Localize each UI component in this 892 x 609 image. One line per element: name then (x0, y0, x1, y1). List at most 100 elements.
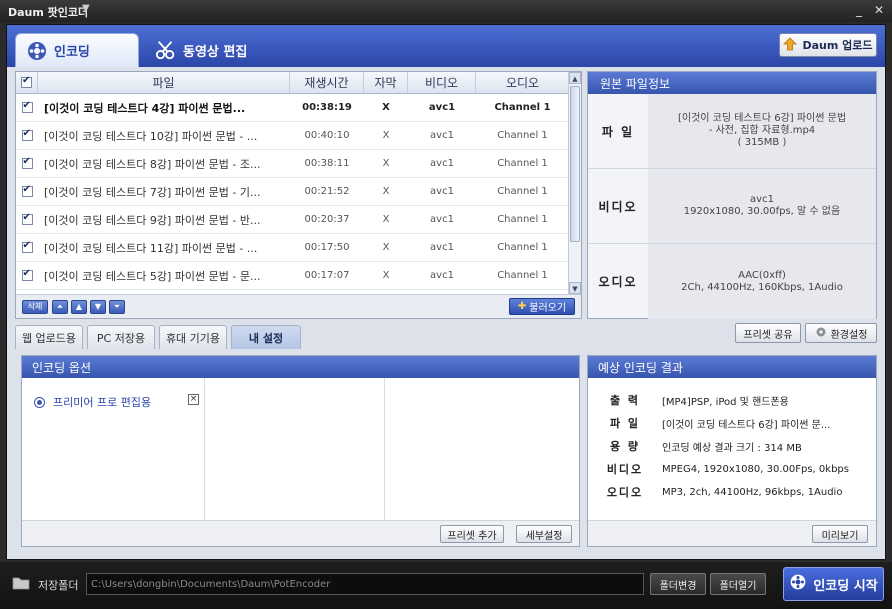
preset-premiere-pro[interactable]: 프리미어 프로 편집용 (34, 394, 151, 410)
source-info-label: 오디오 (598, 275, 638, 289)
remove-preset-icon[interactable]: × (188, 394, 199, 405)
move-bottom-icon[interactable]: ⏷ (109, 300, 125, 314)
table-row[interactable]: [이것이 코딩 테스트다 5강] 파이썬 문법 - 문... 00:17:07 … (16, 262, 569, 290)
row-file-name: [이것이 코딩 테스트다 8강] 파이썬 문법 - 조... (44, 157, 261, 171)
tab-pc-storage[interactable]: PC 저장용 (87, 325, 155, 349)
expected-row-size: 용 량 인코딩 예상 결과 크기 : 314 MB (588, 436, 876, 456)
row-subtitle: X (382, 186, 390, 197)
source-info-label: 파 일 (601, 124, 635, 139)
add-preset-button[interactable]: 프리셋 추가 (440, 525, 504, 543)
minimize-button[interactable]: _ (851, 2, 867, 18)
expected-result-panel: 예상 인코딩 결과 출 력 [MP4]PSP, iPod 및 핸드폰용 파 일 … (587, 355, 877, 547)
select-all-checkbox[interactable] (16, 72, 38, 93)
close-button[interactable]: ✕ (871, 2, 887, 18)
preview-button[interactable]: 미리보기 (812, 525, 868, 543)
table-row[interactable]: [이것이 코딩 테스트다 11강] 파이썬 문법 - ... 00:17:50 … (16, 234, 569, 262)
source-info-title: 원본 파일정보 (588, 72, 876, 94)
row-file-name: [이것이 코딩 테스트다 7강] 파이썬 문법 - 기... (44, 185, 261, 199)
row-duration: 00:17:50 (304, 242, 350, 253)
expected-row-file: 파 일 [이것이 코딩 테스트다 6강] 파이썬 문... (588, 413, 876, 433)
row-subtitle: X (382, 214, 390, 225)
source-file-size: ( 315MB ) (737, 137, 787, 148)
table-row[interactable]: [이것이 코딩 테스트다 9강] 파이썬 문법 - 반... 00:20:37 … (16, 206, 569, 234)
tab-web-upload[interactable]: 웹 업로드용 (15, 325, 83, 349)
row-checkbox[interactable] (16, 262, 38, 289)
column-header-video[interactable]: 비디오 (408, 72, 476, 93)
expected-label: 비디오 (606, 463, 644, 476)
row-subtitle: X (382, 102, 390, 113)
row-video: avc1 (430, 242, 454, 253)
file-list-scrollbar[interactable]: ▲ ▼ (568, 72, 581, 294)
row-checkbox[interactable] (16, 206, 38, 233)
tab-encoding[interactable]: 인코딩 (15, 33, 139, 67)
tab-my-settings[interactable]: 내 설정 (231, 325, 301, 349)
row-video: avc1 (428, 102, 456, 113)
row-duration: 00:21:52 (304, 186, 350, 197)
start-encoding-button[interactable]: 인코딩 시작 (783, 567, 884, 601)
detail-settings-button[interactable]: 세부설정 (516, 525, 572, 543)
expected-value: [MP4]PSP, iPod 및 핸드폰용 (662, 396, 789, 408)
move-up-icon[interactable]: ▲ (71, 300, 87, 314)
table-row[interactable]: [이것이 코딩 테스트다 8강] 파이썬 문법 - 조... 00:38:11 … (16, 150, 569, 178)
encoding-options-panel: 인코딩 옵션 프리미어 프로 편집용 × 프리셋 추가 세부설정 (21, 355, 580, 547)
load-button[interactable]: ✚ 불러오기 (509, 298, 575, 315)
delete-button[interactable]: 삭제 (22, 300, 48, 314)
column-header-audio[interactable]: 오디오 (476, 72, 569, 93)
preset-label: 프리미어 프로 편집용 (53, 396, 152, 409)
column-header-subtitle[interactable]: 자막 (364, 72, 408, 93)
table-row[interactable]: [이것이 코딩 테스트다 7강] 파이썬 문법 - 기... 00:21:52 … (16, 178, 569, 206)
table-row[interactable]: [이것이 코딩 테스트다 10강] 파이썬 문법 - ... 00:40:10 … (16, 122, 569, 150)
expected-label: 출 력 (609, 394, 641, 407)
encoding-options-footer: 프리셋 추가 세부설정 (22, 520, 579, 546)
radio-selected-icon[interactable] (34, 396, 45, 408)
expected-result-footer: 미리보기 (588, 520, 876, 546)
tab-portable-device[interactable]: 휴대 기기용 (159, 325, 227, 349)
title-menu-chevron-down-icon[interactable]: ▼ (82, 3, 90, 14)
change-folder-button[interactable]: 폴더변경 (650, 573, 706, 595)
upload-arrow-icon (783, 36, 798, 54)
daum-upload-label: Daum 업로드 (802, 39, 873, 52)
scrollbar-thumb[interactable] (570, 86, 580, 242)
encoding-options-title: 인코딩 옵션 (22, 356, 579, 378)
bottom-bar: 저장폴더 C:\Users\dongbin\Documents\Daum\Pot… (0, 562, 892, 609)
scroll-down-icon[interactable]: ▼ (569, 282, 581, 294)
check-icon (21, 240, 33, 253)
preset-share-button[interactable]: 프리셋 공유 (735, 323, 801, 343)
expected-label: 오디오 (606, 486, 644, 499)
source-audio-codec: AAC(0xff) (738, 269, 786, 281)
source-video-codec: avc1 (750, 194, 774, 205)
expected-result-title: 예상 인코딩 결과 (588, 356, 876, 378)
source-file-line: [이것이 코딩 테스트다 6강] 파이썬 문법 (677, 113, 847, 124)
row-checkbox[interactable] (16, 94, 38, 121)
row-checkbox[interactable] (16, 122, 38, 149)
open-folder-button[interactable]: 폴더열기 (710, 573, 766, 595)
row-checkbox[interactable] (16, 150, 38, 177)
settings-label: 환경설정 (830, 329, 868, 341)
file-list-panel: 파일 재생시간 자막 비디오 오디오 [이것이 코딩 테스트다 4강] 파이썬 … (15, 71, 582, 319)
expected-value: [이것이 코딩 테스트다 6강] 파이썬 문... (662, 419, 831, 431)
move-top-icon[interactable]: ⏶ (52, 300, 68, 314)
save-folder-path-field[interactable]: C:\Users\dongbin\Documents\Daum\PotEncod… (86, 573, 644, 595)
expected-label: 용 량 (609, 440, 641, 453)
column-header-duration[interactable]: 재생시간 (290, 72, 364, 93)
window-title: Daum 팟인코더 (8, 6, 89, 19)
row-file-name: [이것이 코딩 테스트다 4강] 파이썬 문법... (44, 101, 246, 115)
scroll-up-icon[interactable]: ▲ (569, 72, 581, 84)
row-audio: Channel 1 (497, 242, 548, 253)
column-header-file[interactable]: 파일 (38, 72, 290, 93)
expected-row-output: 출 력 [MP4]PSP, iPod 및 핸드폰용 (588, 390, 876, 410)
source-info-value: avc1 1920x1080, 30.00fps, 알 수 없음 (648, 169, 876, 243)
row-checkbox[interactable] (16, 178, 38, 205)
row-checkbox[interactable] (16, 234, 38, 261)
settings-button[interactable]: 환경설정 (805, 323, 877, 343)
move-down-icon[interactable]: ▼ (90, 300, 106, 314)
main-frame: 인코딩 동영상 편집 Daum 업로드 파일 재생시간 자막 비디오 오디오 [… (6, 24, 886, 560)
row-duration: 00:40:10 (304, 130, 350, 141)
tab-video-edit[interactable]: 동영상 편집 (145, 33, 285, 67)
daum-upload-button[interactable]: Daum 업로드 (779, 33, 877, 57)
expected-row-audio: 오디오 MP3, 2ch, 44100Hz, 96kbps, 1Audio (588, 482, 876, 502)
row-file-name: [이것이 코딩 테스트다 11강] 파이썬 문법 - ... (44, 241, 258, 255)
row-duration: 00:38:19 (302, 102, 352, 113)
row-audio: Channel 1 (497, 214, 548, 225)
table-row[interactable]: [이것이 코딩 테스트다 4강] 파이썬 문법... 00:38:19 X av… (16, 94, 569, 122)
